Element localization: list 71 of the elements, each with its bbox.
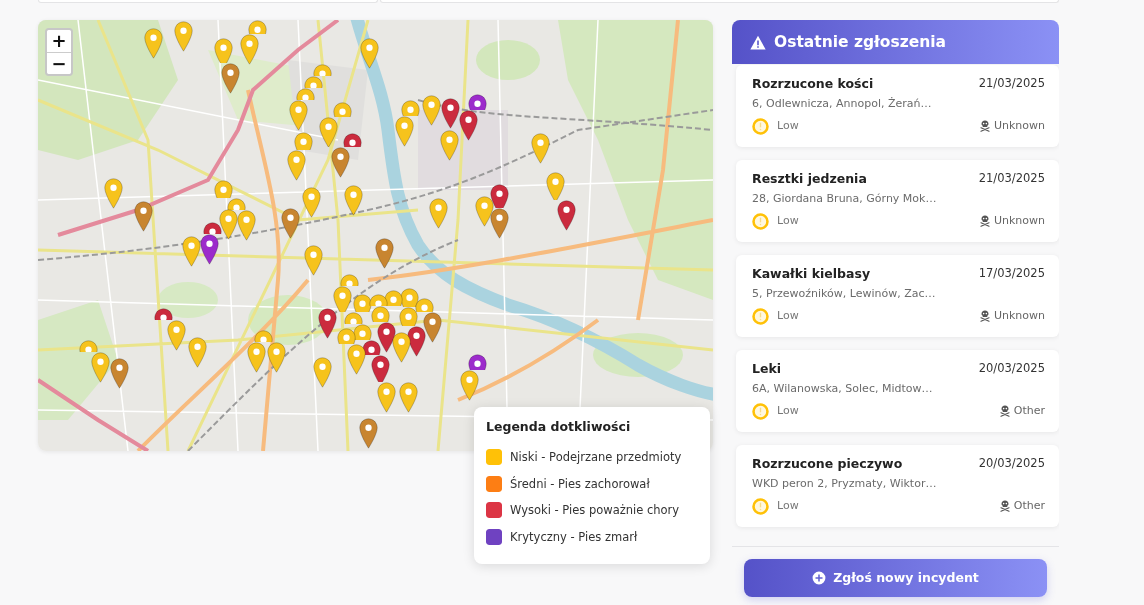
map-pin-icon[interactable] xyxy=(343,185,363,217)
map-pin-icon[interactable] xyxy=(133,201,153,233)
legend-label: Wysoki - Pies poważnie chory xyxy=(510,502,680,518)
map-pin-icon[interactable] xyxy=(467,94,487,111)
map-pin-icon[interactable] xyxy=(422,312,442,344)
skull-crossbones-icon xyxy=(998,405,1011,417)
map-pin-icon[interactable] xyxy=(220,63,240,95)
panel-title: Ostatnie zgłoszenia xyxy=(774,32,947,52)
map-pin-icon[interactable] xyxy=(370,355,390,383)
report-card[interactable]: Kawałki kielbasy 17/03/2025 5, Przewoźników, Lewinów, Zac… Low Unknown xyxy=(736,255,1059,337)
map-pin-icon[interactable] xyxy=(317,308,337,340)
map-pin-icon[interactable] xyxy=(406,326,426,358)
legend-label: Niski - Podejrzane przedmioty xyxy=(510,449,682,465)
severity-label: Low xyxy=(777,498,799,514)
report-date: 17/03/2025 xyxy=(978,265,1045,282)
map-pin-icon[interactable] xyxy=(391,332,411,364)
cause-label: Unknown xyxy=(993,308,1045,324)
map-pin-icon[interactable] xyxy=(153,308,173,321)
report-date: 21/03/2025 xyxy=(978,75,1045,92)
cause-label: Other xyxy=(1013,498,1045,514)
report-card[interactable]: Leki 20/03/2025 6A, Wilanowska, Solec, Midtow… Low Other xyxy=(736,350,1059,432)
severity-label: Low xyxy=(777,213,799,229)
map-pin-icon[interactable] xyxy=(556,200,576,232)
map-pin-icon[interactable] xyxy=(361,340,381,356)
report-title: Rozrzucone pieczywo xyxy=(752,455,903,472)
report-title: Resztki jedzenia xyxy=(752,170,867,187)
report-date: 20/03/2025 xyxy=(978,455,1045,472)
legend-label: Krytyczny - Pies zmarł xyxy=(510,528,638,545)
report-address: 28, Giordana Bruna, Górny Mok… xyxy=(752,191,938,207)
report-card[interactable]: Resztki jedzenia 21/03/2025 28, Giordana Bruna, Górny Mok… Low Unknown xyxy=(736,160,1059,242)
map-pin-icon[interactable] xyxy=(458,110,478,142)
severity-label: Low xyxy=(777,403,799,419)
report-title: Kawałki kielbasy xyxy=(752,265,871,282)
legend-title: Legenda dotkliwości xyxy=(486,419,632,435)
report-date: 20/03/2025 xyxy=(978,360,1045,377)
map-pin-icon[interactable] xyxy=(358,418,378,450)
zoom-out-button[interactable]: − xyxy=(47,52,71,74)
map-pin-icon[interactable] xyxy=(374,238,394,270)
skull-crossbones-icon xyxy=(978,120,991,132)
skull-crossbones-icon xyxy=(978,215,991,227)
report-title: Rozrzucone kości xyxy=(752,75,874,92)
map-pin-icon[interactable] xyxy=(467,354,487,371)
report-incident-button[interactable]: Zgłoś nowy incydent xyxy=(744,559,1047,597)
report-address: 5, Przewoźników, Lewinów, Zac… xyxy=(752,286,937,302)
severity-label: Low xyxy=(777,308,799,324)
report-date: 21/03/2025 xyxy=(978,170,1045,187)
map-pin-icon[interactable] xyxy=(202,222,222,235)
map-pin-icon[interactable] xyxy=(280,208,300,240)
report-address: WKD peron 2, Pryzmaty, Wiktor… xyxy=(752,476,938,492)
report-card[interactable]: Rozrzucone pieczywo 20/03/2025 WKD peron 2, Pryzmaty, Wiktor… Low Other xyxy=(736,445,1059,527)
legend-label: Średni - Pies zachorował xyxy=(510,475,650,492)
cause-label: Unknown xyxy=(993,118,1045,134)
warning-icon xyxy=(750,34,766,50)
map-pin-icon[interactable] xyxy=(489,208,509,240)
cause-label: Unknown xyxy=(993,213,1045,229)
map-pin-icon[interactable] xyxy=(474,196,494,228)
cause-label: Other xyxy=(1013,403,1045,419)
map-pin-icon[interactable] xyxy=(440,98,460,130)
map-pin-icon[interactable] xyxy=(199,234,219,266)
map-pin-icon[interactable] xyxy=(342,133,362,148)
map-pin-icon[interactable] xyxy=(346,344,366,376)
map-pin-icon[interactable] xyxy=(109,358,129,390)
report-address: 6, Odlewnicza, Annopol, Żerań… xyxy=(752,96,933,112)
report-card[interactable]: Rozrzucone kości 21/03/2025 6, Odlewnicza, Annopol, Żerań… Low Unknown xyxy=(736,65,1059,147)
skull-crossbones-icon xyxy=(978,310,991,322)
map-pin-icon[interactable] xyxy=(489,184,509,209)
report-title: Leki xyxy=(752,360,782,377)
report-address: 6A, Wilanowska, Solec, Midtow… xyxy=(752,381,934,397)
skull-crossbones-icon xyxy=(998,500,1011,512)
map-pin-icon[interactable] xyxy=(330,147,350,179)
severity-label: Low xyxy=(777,118,799,134)
